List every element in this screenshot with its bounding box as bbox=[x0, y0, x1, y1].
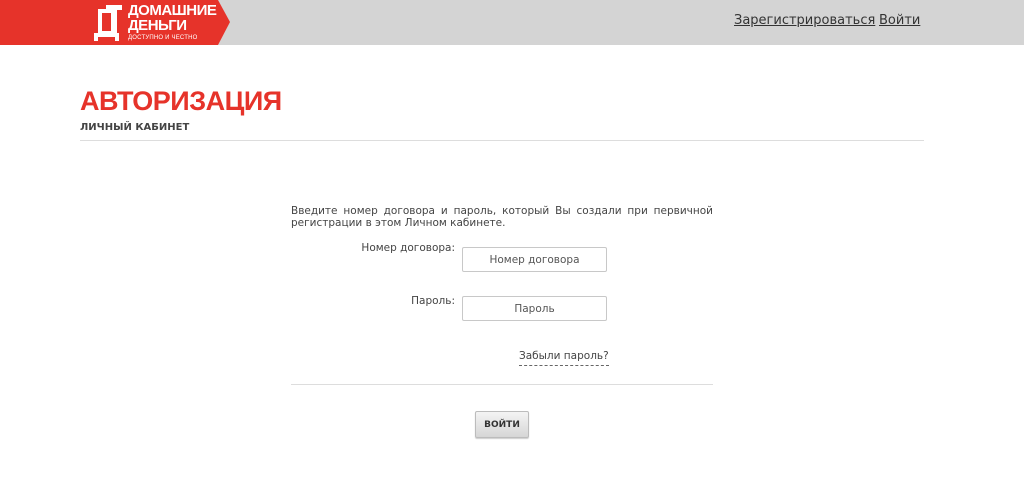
logo-wordmark: ДОМАШНИЕ ДЕНЬГИ ДОСТУПНО И ЧЕСТНО bbox=[128, 2, 217, 41]
forgot-password-link[interactable]: Забыли пароль? bbox=[519, 350, 609, 366]
contract-number-input[interactable] bbox=[462, 247, 607, 272]
register-link[interactable]: Зарегистрироваться bbox=[734, 13, 875, 28]
form-instructions: Введите номер договора и пароль, который… bbox=[291, 205, 713, 229]
page-subtitle: ЛИЧНЫЙ КАБИНЕТ bbox=[80, 122, 190, 133]
login-button[interactable]: ВОЙТИ bbox=[475, 411, 529, 438]
form-divider bbox=[291, 384, 713, 385]
top-bar: ДОМАШНИЕ ДЕНЬГИ ДОСТУПНО И ЧЕСТНО Зареги… bbox=[0, 0, 1024, 45]
password-label: Пароль: bbox=[411, 295, 455, 307]
password-input[interactable] bbox=[462, 296, 607, 321]
logo[interactable]: ДОМАШНИЕ ДЕНЬГИ ДОСТУПНО И ЧЕСТНО bbox=[0, 0, 230, 45]
header-divider bbox=[80, 140, 924, 141]
contract-number-label: Номер договора: bbox=[361, 242, 455, 254]
page-title: АВТОРИЗАЦИЯ bbox=[80, 86, 282, 116]
logo-line1: ДОМАШНИЕ bbox=[128, 2, 217, 19]
login-link[interactable]: Войти bbox=[879, 13, 920, 28]
logo-line2: ДЕНЬГИ bbox=[128, 17, 187, 34]
logo-tagline: ДОСТУПНО И ЧЕСТНО bbox=[128, 35, 198, 41]
